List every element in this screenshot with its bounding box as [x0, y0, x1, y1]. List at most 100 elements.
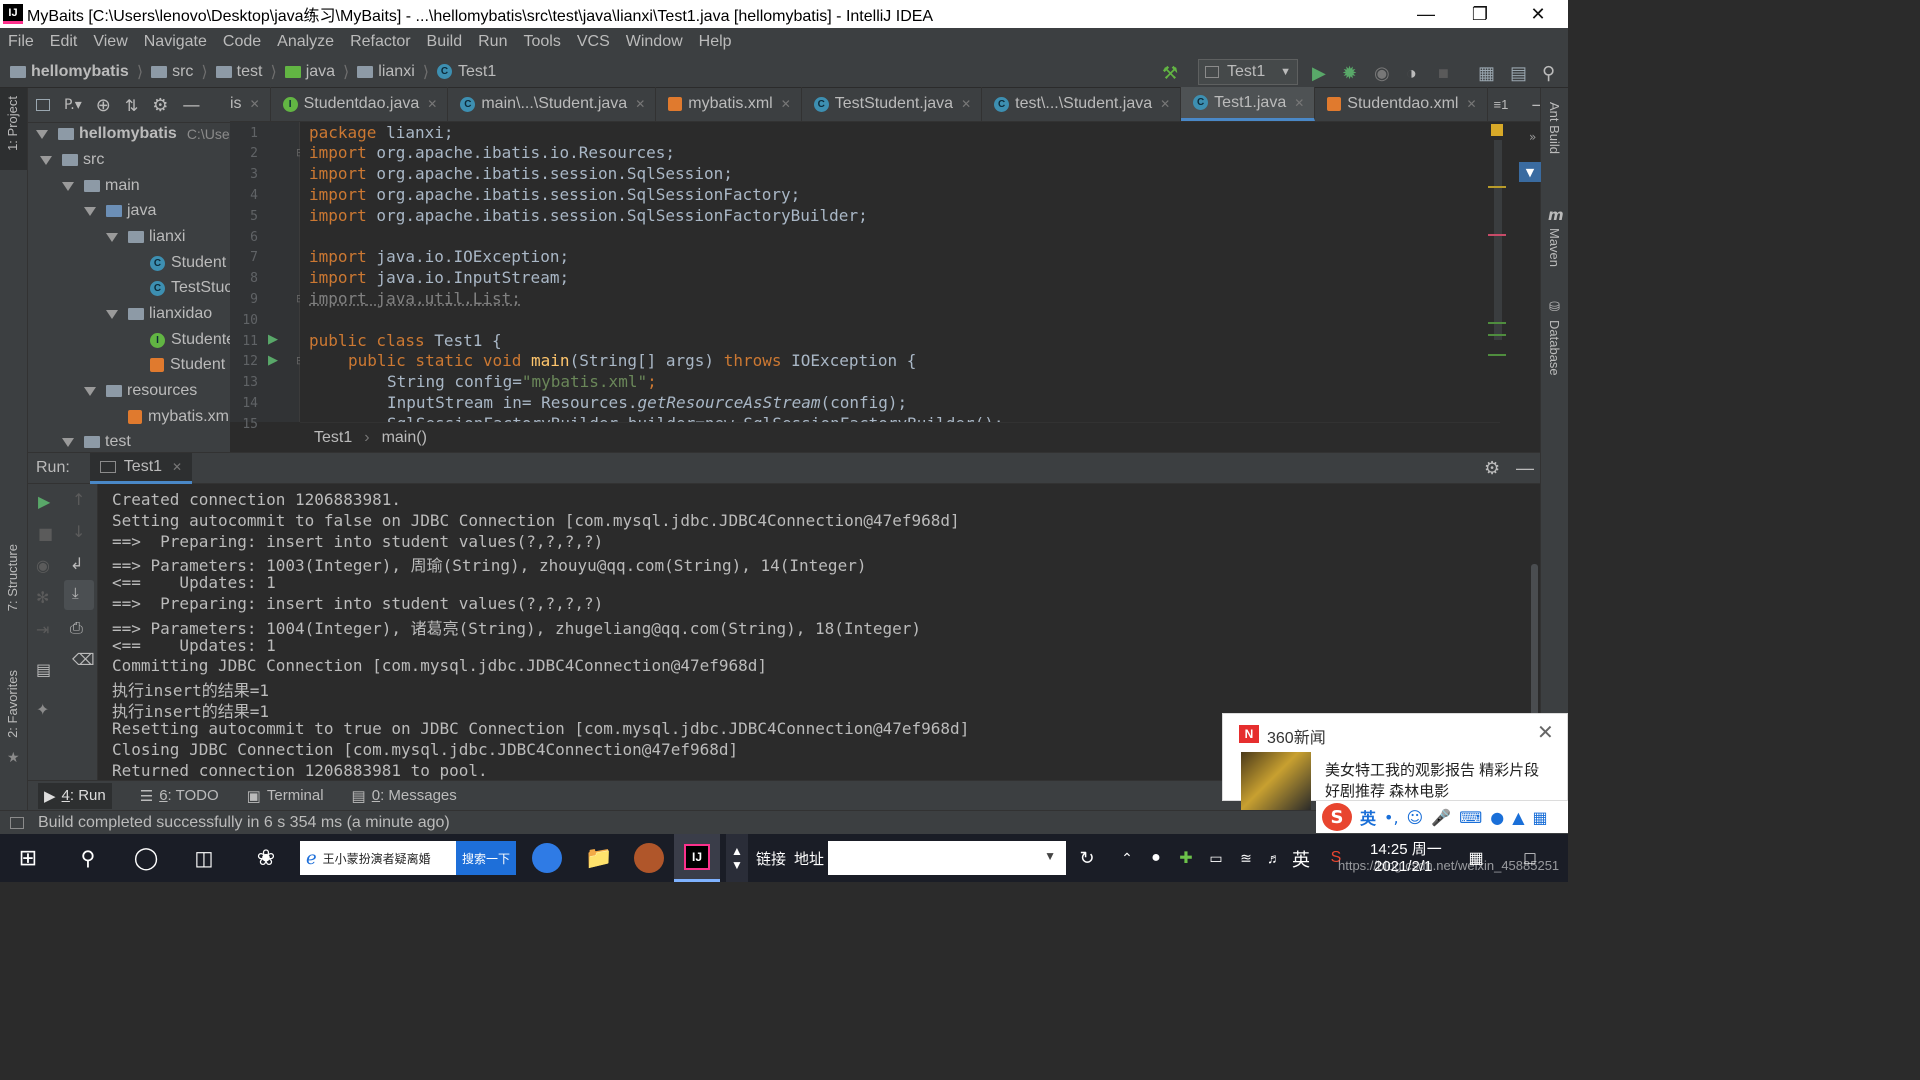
crumb-test[interactable]: test	[215, 63, 262, 81]
close-tab-icon[interactable]: ✕	[1160, 97, 1170, 111]
grid-icon[interactable]: ▦	[1533, 808, 1548, 827]
project-tool-tab[interactable]: 1: Project	[0, 88, 27, 170]
trash-icon[interactable]: ⌫	[72, 650, 95, 669]
terminal-tool-tab[interactable]: ▣ Terminal	[247, 787, 324, 805]
close-icon[interactable]: ✕	[1537, 720, 1554, 745]
qq-icon[interactable]: ●	[1142, 834, 1170, 882]
warning-indicator-icon[interactable]	[1491, 124, 1503, 136]
minimize-button[interactable]: —	[1400, 0, 1452, 28]
tree-item-mybatis-xml[interactable]: mybatis.xm	[128, 408, 229, 426]
project-view-select[interactable]: P.▾	[64, 97, 82, 113]
tree-item-test[interactable]: test	[62, 433, 131, 451]
debug-icon[interactable]: ✹	[1342, 63, 1357, 84]
warning-marker[interactable]	[1488, 186, 1506, 188]
address-input[interactable]: ▼	[828, 841, 1066, 875]
tab-test1-java[interactable]: C Test1.java ✕	[1181, 87, 1316, 121]
clock-time[interactable]: 14:25 周一	[1370, 838, 1442, 859]
wifi-icon[interactable]: ≊	[1232, 834, 1260, 882]
tab-test-student-java[interactable]: Ctest\...\Student.java ✕	[982, 87, 1182, 121]
tool-windows-icon[interactable]	[10, 816, 24, 829]
close-tab-icon[interactable]: ✕	[172, 460, 182, 474]
shirt-icon[interactable]: ▲	[1512, 808, 1524, 827]
microphone-icon[interactable]: 🎤	[1431, 808, 1451, 827]
crumb-project[interactable]: hellomybatis	[10, 63, 129, 81]
camera-icon[interactable]: ◉	[36, 556, 50, 575]
task-view-icon[interactable]: ◫	[178, 834, 230, 882]
database-tab[interactable]: Database	[1547, 320, 1562, 376]
close-tab-icon[interactable]: ✕	[250, 97, 260, 111]
tab-mybatis-xml[interactable]: mybatis.xml ✕	[656, 87, 802, 121]
notification-text[interactable]: 美女特工我的观影报告 精彩片段 好剧推荐 森林电影	[1325, 760, 1557, 802]
layout-icon[interactable]: ▤	[1510, 63, 1527, 84]
run-tab-test1[interactable]: Test1 ✕	[89, 452, 193, 484]
pin-icon[interactable]: ✦	[36, 700, 49, 719]
code-editor[interactable]: package lianxi; import org.apache.ibatis…	[300, 122, 1490, 422]
notes-icon[interactable]: ▦	[1462, 834, 1490, 882]
keyboard-icon[interactable]: ⌨	[1459, 808, 1482, 827]
menu-build[interactable]: Build	[427, 33, 463, 51]
exit-icon[interactable]: ⇥	[36, 620, 49, 639]
project-structure-icon[interactable]: ▦	[1478, 63, 1495, 84]
tab-is[interactable]: is ✕	[230, 87, 271, 121]
close-tab-icon[interactable]: ✕	[961, 97, 971, 111]
tree-item-lianxidao[interactable]: lianxidao	[106, 305, 212, 323]
crumb-test1[interactable]: C Test1	[437, 63, 496, 81]
menu-tools[interactable]: Tools	[523, 33, 560, 51]
360-app-icon[interactable]: ❀	[236, 834, 296, 882]
collapse-all-icon[interactable]: ⇅	[125, 96, 138, 115]
game-app-icon[interactable]	[626, 834, 672, 882]
close-tab-icon[interactable]: ✕	[1294, 96, 1304, 110]
tree-item-student[interactable]: C Student	[150, 254, 226, 272]
tree-item-teststudent[interactable]: C TestStuc	[150, 279, 232, 297]
run-gutter-icon[interactable]: ▶	[268, 353, 278, 368]
todo-tool-tab[interactable]: ☰ 6: TODO	[140, 787, 219, 805]
ant-build-tab[interactable]: Ant Build	[1547, 102, 1562, 154]
locate-icon[interactable]: ⊕	[96, 95, 111, 116]
tree-root[interactable]: hellomybatis C:\Users\l	[36, 125, 248, 143]
links-toolbar[interactable]: 链接	[756, 848, 786, 869]
maven-tab[interactable]: Maven	[1547, 228, 1562, 267]
browser-icon[interactable]	[522, 834, 572, 882]
ime-punctuation[interactable]: •,	[1384, 808, 1399, 827]
menu-file[interactable]: File	[8, 33, 34, 51]
menu-run[interactable]: Run	[478, 33, 507, 51]
tab-studentdao-java[interactable]: I Studentdao.java ✕	[271, 87, 449, 121]
action-center-icon[interactable]: □	[1510, 834, 1550, 882]
stop-icon[interactable]: ■	[38, 524, 53, 543]
print-icon[interactable]: ⎙	[70, 618, 83, 638]
tab-studentdao-xml[interactable]: Studentdao.xml ✕	[1315, 87, 1488, 121]
hide-icon[interactable]: —	[182, 95, 200, 116]
news-thumbnail[interactable]	[1241, 752, 1311, 810]
menu-vcs[interactable]: VCS	[577, 33, 610, 51]
rerun-icon[interactable]: ▶	[38, 492, 50, 511]
tree-item-src[interactable]: src	[40, 151, 104, 169]
change-marker[interactable]	[1488, 334, 1506, 336]
gear-icon[interactable]: ⚙	[152, 95, 168, 116]
sogou-logo-icon[interactable]: S	[1322, 803, 1352, 831]
news-notification[interactable]: N 360新闻 ✕ 美女特工我的观影报告 精彩片段 好剧推荐 森林电影	[1222, 713, 1568, 810]
hide-panel-icon[interactable]: —	[1516, 458, 1534, 479]
tab-main-student-java[interactable]: Cmain\...\Student.java ✕	[448, 87, 657, 121]
messages-tool-tab[interactable]: ▤ 0: Messages	[352, 787, 457, 805]
chevron-right-icon[interactable]: »	[1529, 130, 1536, 144]
cortana-icon[interactable]: ◯	[120, 834, 172, 882]
menu-code[interactable]: Code	[223, 33, 261, 51]
tree-item-resources[interactable]: resources	[84, 382, 197, 400]
taskbar-search-button[interactable]: 搜索一下	[455, 841, 516, 875]
scroll-to-end-button[interactable]: ⤓	[64, 580, 94, 610]
menu-window[interactable]: Window	[626, 33, 683, 51]
skin-icon[interactable]: ●	[1490, 808, 1504, 827]
tab-teststudent-java[interactable]: C TestStudent.java ✕	[802, 87, 983, 121]
tree-item-studentdao[interactable]: I Studente	[150, 331, 235, 349]
breadcrumb-method[interactable]: main()	[382, 429, 427, 447]
menu-navigate[interactable]: Navigate	[144, 33, 207, 51]
taskbar-scroll-icon[interactable]: ▲ ▼	[726, 834, 748, 882]
menu-analyze[interactable]: Analyze	[277, 33, 334, 51]
windows-start-icon[interactable]: ⊞	[0, 834, 56, 882]
tree-item-java[interactable]: java	[84, 202, 156, 220]
structure-tab[interactable]: 7: Structure	[5, 544, 20, 611]
layout-icon[interactable]: ▤	[36, 660, 51, 679]
chevron-down-icon[interactable]: ▼	[1044, 849, 1056, 863]
volume-icon[interactable]: ♬	[1260, 834, 1288, 882]
file-explorer-icon[interactable]: 📁	[574, 834, 624, 882]
